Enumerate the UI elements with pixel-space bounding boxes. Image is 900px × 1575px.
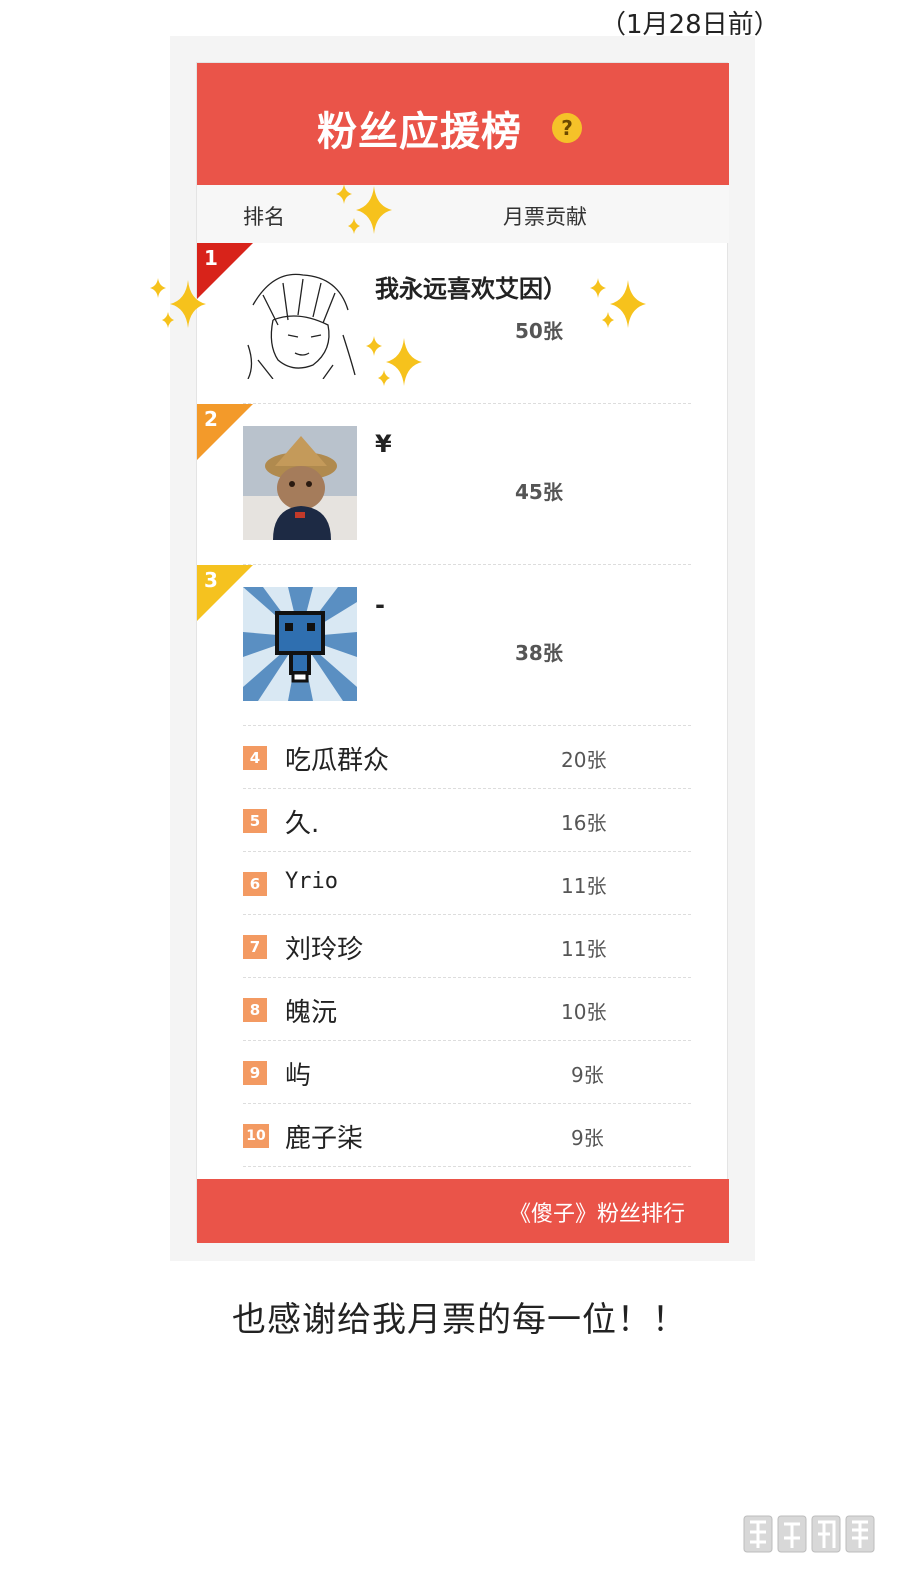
panel-title: 粉丝应援榜 [317,109,522,155]
rank-badge: 10 [243,1124,269,1148]
thanks-message: 也感谢给我月票的每一位！！ [232,1300,687,1340]
sparkle-icon [150,278,206,328]
fan-name: 屿 [285,1061,312,1091]
votes-column-label: 月票贡献 [503,205,587,229]
vote-count: 50张 [515,319,563,343]
panel-header: 粉丝应援榜 ? [197,63,729,185]
rank-badge: 5 [243,809,267,833]
help-icon[interactable]: ? [552,113,582,143]
list-row[interactable]: 6 Yrio 11张 [243,852,691,915]
ranking-link[interactable]: 《傻子》粉丝排行 [509,1196,685,1228]
avatar[interactable] [243,426,357,540]
sparkle-icon [590,278,646,328]
panel-footer: 《傻子》粉丝排行 [197,1179,729,1243]
fan-name: 魄沅 [285,998,338,1028]
rank-column-label: 排名 [243,205,285,229]
fan-name: 吃瓜群众 [285,746,390,776]
rank-badge: 9 [243,1061,267,1085]
fan-name: 鹿子柒 [285,1124,364,1154]
avatar[interactable] [243,265,357,379]
rank-number: 1 [204,246,218,270]
top-row-2[interactable]: 2 ¥ 45张 [197,404,729,565]
rank-badge: 4 [243,746,267,770]
fan-name: Yrio [285,869,338,894]
vote-count: 16张 [561,811,607,835]
fan-name: 刘玲珍 [285,935,364,965]
fan-name: 我永远喜欢艾因） [375,275,567,303]
list-row[interactable]: 10 鹿子柒 9张 [243,1104,691,1167]
avatar[interactable] [243,587,357,701]
fan-name: 久. [285,809,320,839]
vote-count: 9张 [571,1063,604,1087]
column-header: 排名 月票贡献 [197,185,729,243]
vote-count: 10张 [561,1000,607,1024]
sparkle-icon [366,336,422,386]
rank-badge: 6 [243,872,267,896]
watermark-logo [743,1515,875,1553]
vote-count: 38张 [515,641,563,665]
rank-number: 3 [204,568,218,592]
rank-badge: 7 [243,935,267,959]
vote-count: 9张 [571,1126,604,1150]
top-row-3[interactable]: 3 - 38张 [197,565,729,726]
vote-count: 11张 [561,874,607,898]
list-row[interactable]: 5 久. 16张 [243,789,691,852]
vote-count: 20张 [561,748,607,772]
fan-name: ¥ [375,430,392,458]
vote-count: 11张 [561,937,607,961]
vote-count: 45张 [515,480,563,504]
fan-ranking-panel: 粉丝应援榜 ? 排名 月票贡献 1 我永远喜欢艾因） 50张 2 ¥ 45张 3… [196,62,729,1243]
sparkle-icon [336,184,392,234]
rank-badge: 8 [243,998,267,1022]
list-row[interactable]: 9 屿 9张 [243,1041,691,1104]
list-row[interactable]: 7 刘玲珍 11张 [243,915,691,978]
list-row[interactable]: 8 魄沅 10张 [243,978,691,1041]
fan-name: - [375,591,385,619]
rank-number: 2 [204,407,218,431]
list-row[interactable]: 4 吃瓜群众 20张 [243,726,691,789]
